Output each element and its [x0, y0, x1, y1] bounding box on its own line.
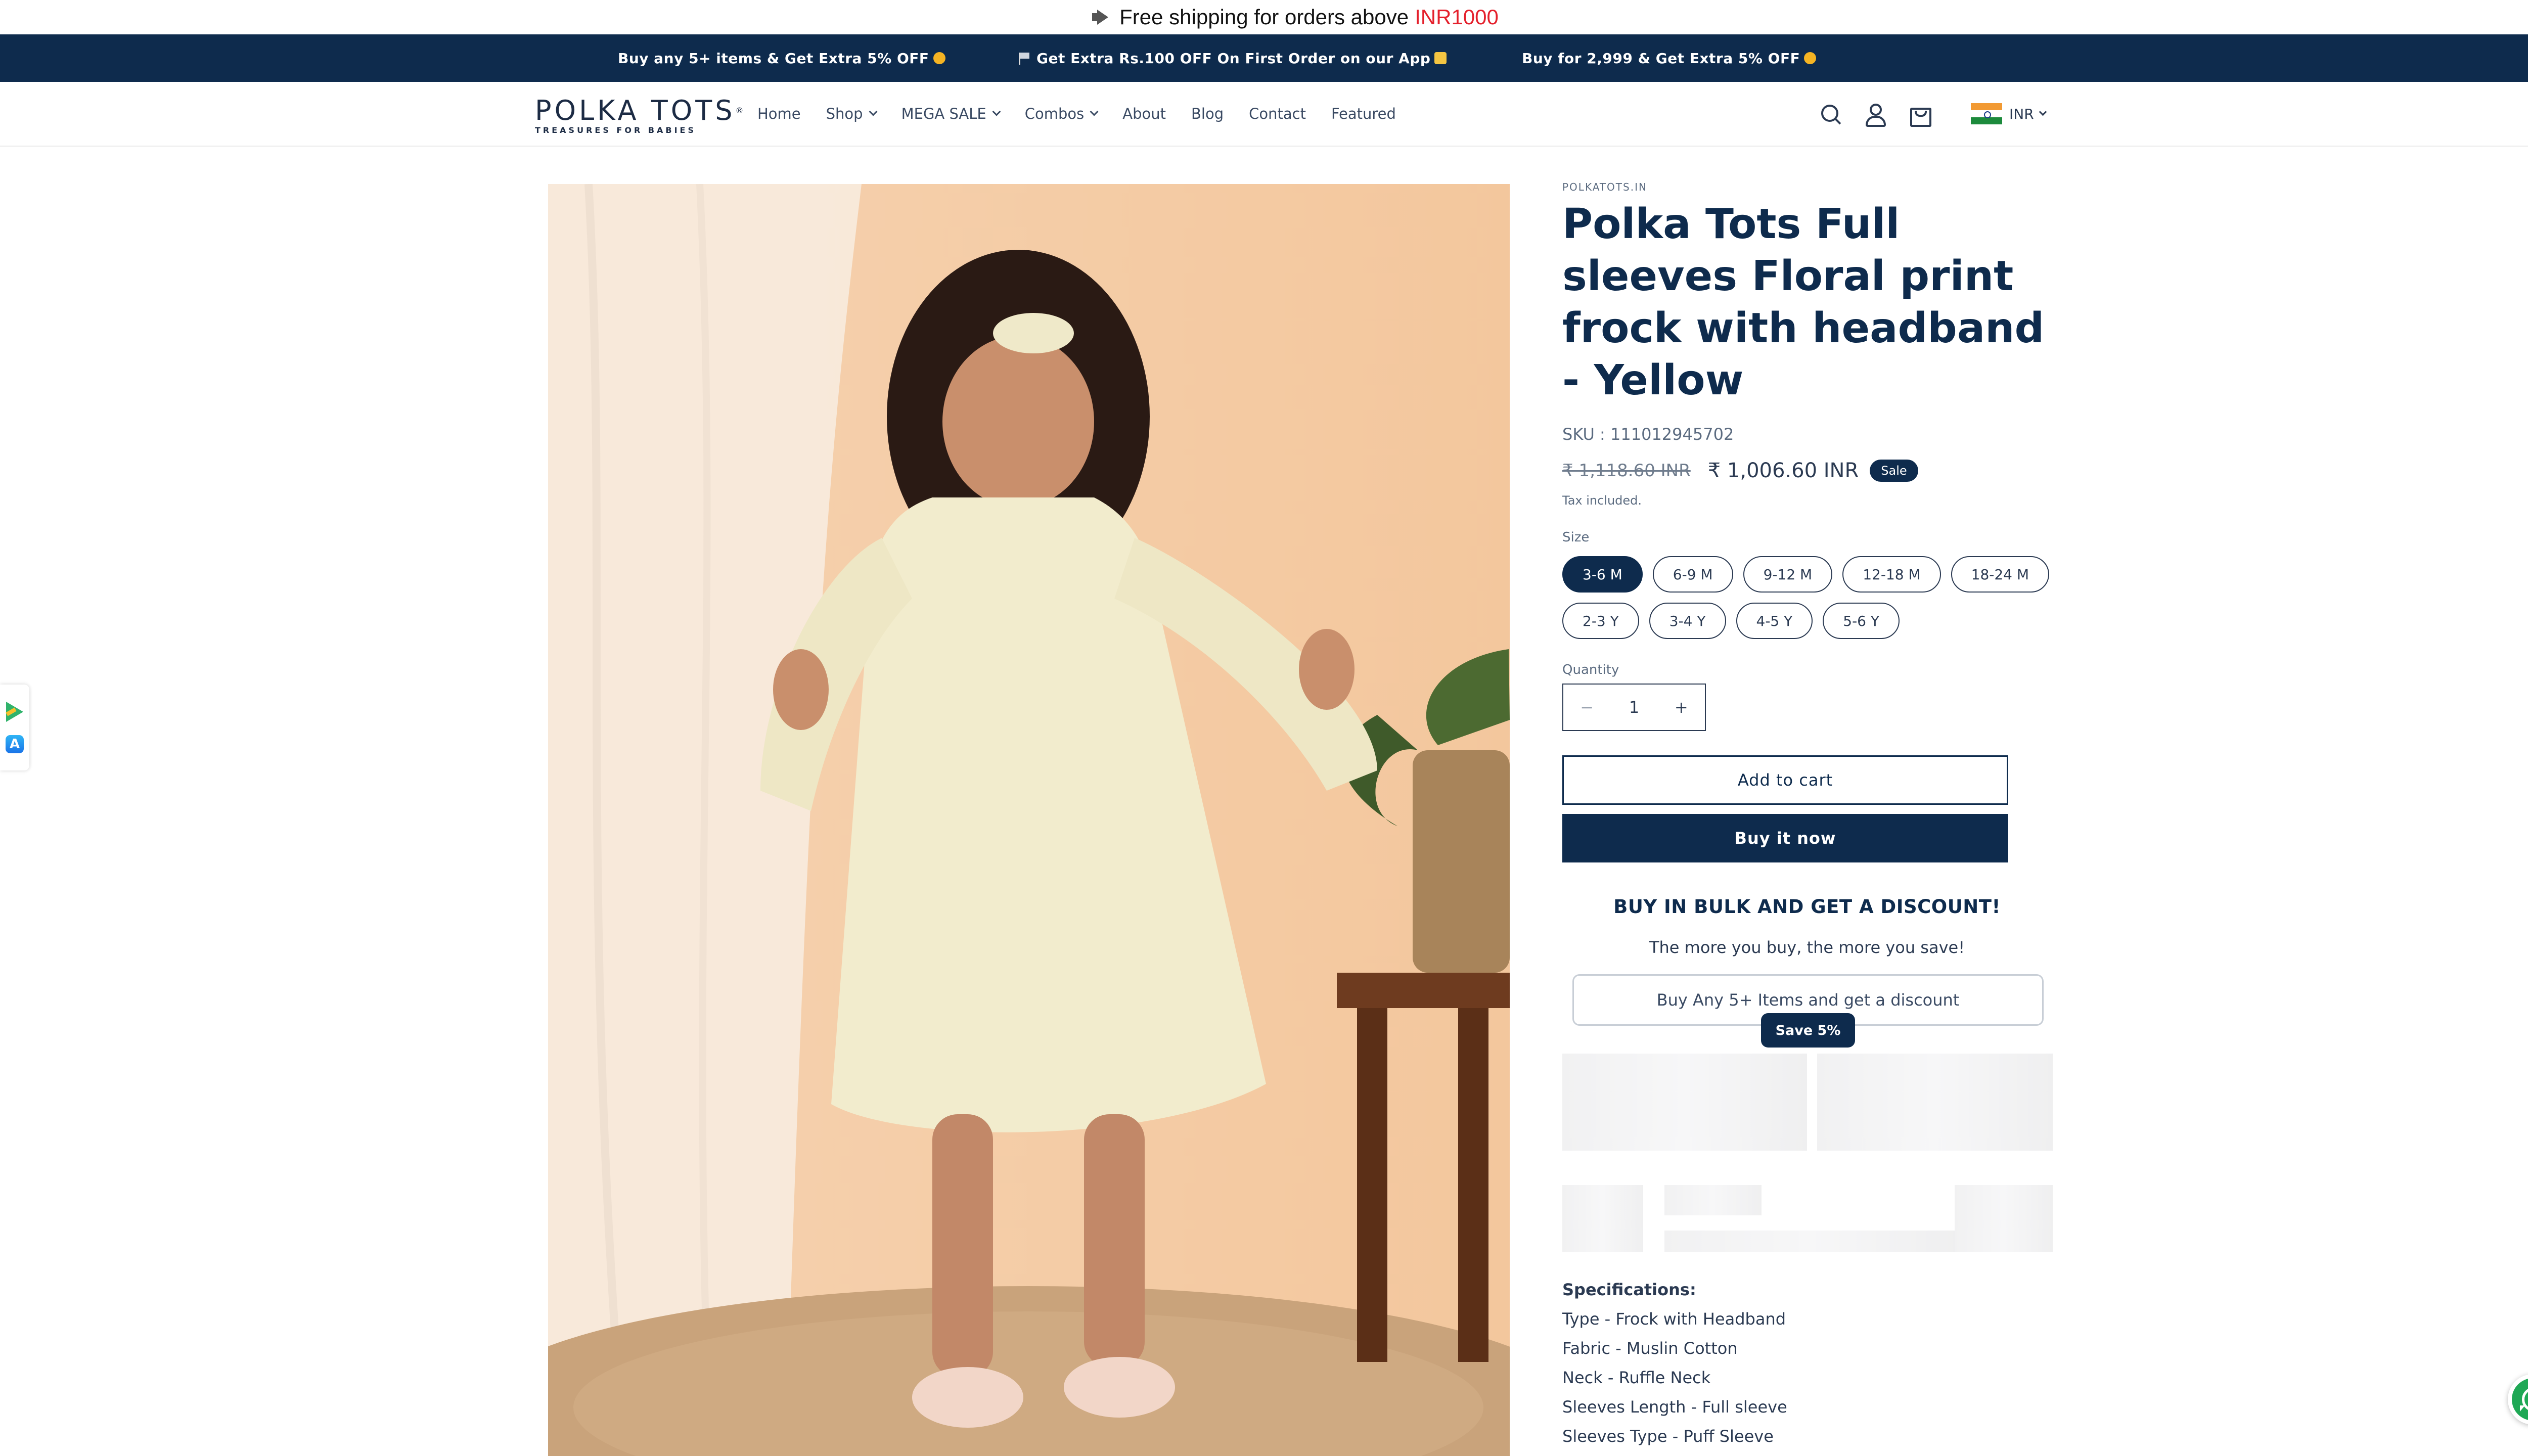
nav-about[interactable]: About — [1122, 105, 1166, 122]
nav-featured[interactable]: Featured — [1331, 105, 1396, 122]
bulk-subtitle: The more you buy, the more you save! — [1649, 938, 1965, 957]
currency-label: INR — [2009, 105, 2034, 122]
brand-logo[interactable]: POLKA TOTS® TREASURES FOR BABIES — [535, 95, 747, 138]
size-option-6-9m[interactable]: 6-9 M — [1652, 556, 1733, 593]
whatsapp-icon — [2512, 1378, 2528, 1421]
compare-price: ₹ 1,118.60 INR — [1562, 461, 1691, 481]
cart-icon[interactable] — [1907, 102, 1931, 127]
nav-shop[interactable]: Shop — [826, 105, 878, 122]
nav-combos[interactable]: Combos — [1025, 105, 1099, 122]
quantity-decrease-button[interactable]: − — [1563, 685, 1610, 730]
product-image[interactable] — [548, 184, 1510, 1456]
size-option-9-12m[interactable]: 9-12 M — [1743, 556, 1833, 593]
nav-contact[interactable]: Contact — [1249, 105, 1306, 122]
spec-item: Neck - Ruffle Neck — [1562, 1368, 1711, 1387]
sale-price: ₹ 1,006.60 INR — [1707, 459, 1859, 482]
quantity-input[interactable]: 1 — [1610, 685, 1657, 730]
specifications: Specifications: Type - Frock with Headba… — [1562, 1275, 1787, 1451]
product-vendor: POLKATOTS.IN — [1562, 181, 1647, 193]
promo-bar: Buy any 5+ items & Get Extra 5% OFF Get … — [0, 34, 2528, 82]
logo-wordmark: POLKA TOTS® — [535, 95, 747, 126]
size-option-3-4y[interactable]: 3-4 Y — [1649, 603, 1726, 639]
promo-item[interactable]: Get Extra Rs.100 OFF On First Order on o… — [1017, 34, 1447, 82]
save-badge: Save 5% — [1761, 1013, 1855, 1048]
bulk-offer-text: Buy Any 5+ Items and get a discount — [1656, 990, 1960, 1010]
chevron-down-icon — [992, 107, 1001, 116]
loading-placeholder — [1817, 1054, 2053, 1151]
nav-blog[interactable]: Blog — [1191, 105, 1224, 122]
product-info: POLKATOTS.IN Polka Tots Full sleeves Flo… — [1562, 181, 2058, 1048]
chevron-down-icon — [869, 107, 878, 116]
chevron-down-icon — [1090, 107, 1099, 116]
size-option-3-6m[interactable]: 3-6 M — [1562, 556, 1643, 593]
bulk-discount: BUY IN BULK AND GET A DISCOUNT! The more… — [1562, 896, 2052, 1048]
size-option-12-18m[interactable]: 12-18 M — [1842, 556, 1941, 593]
spec-item: Sleeves Length - Full sleeve — [1562, 1397, 1787, 1417]
size-options: 3-6 M 6-9 M 9-12 M 12-18 M 18-24 M 2-3 Y… — [1562, 556, 2078, 649]
app-links: A — [0, 685, 29, 770]
promo-item[interactable]: Buy any 5+ items & Get Extra 5% OFF — [618, 34, 945, 82]
sale-badge: Sale — [1870, 460, 1918, 482]
size-option-5-6y[interactable]: 5-6 Y — [1823, 603, 1900, 639]
buy-now-button[interactable]: Buy it now — [1562, 814, 2008, 862]
loading-placeholder — [1664, 1185, 1762, 1215]
specifications-title: Specifications: — [1562, 1280, 1696, 1299]
quantity-stepper: − 1 + — [1562, 684, 1706, 731]
loading-placeholder — [1562, 1185, 1643, 1252]
size-label: Size — [1562, 530, 1590, 545]
promo-text: Get Extra Rs.100 OFF On First Order on o… — [1036, 50, 1431, 67]
size-option-4-5y[interactable]: 4-5 Y — [1736, 603, 1813, 639]
flag-icon — [1017, 52, 1030, 65]
main-nav: Home Shop MEGA SALE Combos About Blog Co… — [757, 82, 1421, 146]
promo-item[interactable]: Buy for 2,999 & Get Extra 5% OFF — [1522, 34, 1817, 82]
product-sku: SKU : 111012945702 — [1562, 425, 1734, 444]
quantity-increase-button[interactable]: + — [1658, 685, 1705, 730]
size-option-18-24m[interactable]: 18-24 M — [1951, 556, 2050, 593]
loading-placeholder — [1562, 1054, 1807, 1151]
smile-emoji-icon — [1804, 52, 1817, 64]
product-title: Polka Tots Full sleeves Floral print fro… — [1562, 200, 2045, 404]
bulk-title: BUY IN BULK AND GET A DISCOUNT! — [1613, 896, 2001, 918]
site-header: POLKA TOTS® TREASURES FOR BABIES Home Sh… — [0, 82, 2528, 147]
whatsapp-chat-button[interactable] — [2508, 1374, 2528, 1425]
smile-emoji-icon — [933, 52, 945, 64]
tax-note: Tax included. — [1562, 493, 1642, 508]
currency-selector[interactable]: INR — [1971, 103, 2047, 124]
quantity-label: Quantity — [1562, 662, 1619, 677]
product-photo — [548, 184, 1510, 1456]
loading-placeholder — [1955, 1185, 2053, 1252]
nav-mega-sale[interactable]: MEGA SALE — [901, 105, 1001, 122]
announcement-text: Free shipping for orders above — [1119, 5, 1409, 29]
spec-item: Fabric - Muslin Cotton — [1562, 1339, 1738, 1358]
announcement-bar: Free shipping for orders above INR1000 — [0, 0, 2528, 34]
header-actions: INR — [1818, 82, 2047, 146]
india-flag-icon — [1971, 103, 2002, 124]
megaphone-icon — [1090, 9, 1110, 26]
nav-home[interactable]: Home — [757, 105, 801, 122]
promo-text: Buy for 2,999 & Get Extra 5% OFF — [1522, 50, 1800, 67]
google-play-icon[interactable] — [6, 702, 23, 722]
emoji-icon — [1434, 52, 1447, 64]
account-icon[interactable] — [1863, 102, 1887, 127]
price-row: ₹ 1,118.60 INR ₹ 1,006.60 INR Sale — [1562, 459, 2058, 482]
app-store-icon[interactable]: A — [6, 735, 24, 753]
spec-item: Type - Frock with Headband — [1562, 1309, 1786, 1329]
size-option-2-3y[interactable]: 2-3 Y — [1562, 603, 1639, 639]
spec-item: Sleeves Type - Puff Sleeve — [1562, 1427, 1774, 1446]
announcement-highlight: INR1000 — [1415, 5, 1499, 29]
bulk-offer-option[interactable]: Buy Any 5+ Items and get a discount Save… — [1572, 974, 2044, 1048]
chevron-down-icon — [2039, 108, 2047, 116]
logo-tagline: TREASURES FOR BABIES — [535, 125, 697, 135]
add-to-cart-button[interactable]: Add to cart — [1562, 755, 2008, 805]
search-icon[interactable] — [1818, 102, 1842, 126]
loading-placeholder — [1664, 1231, 1958, 1252]
promo-text: Buy any 5+ items & Get Extra 5% OFF — [618, 50, 929, 67]
